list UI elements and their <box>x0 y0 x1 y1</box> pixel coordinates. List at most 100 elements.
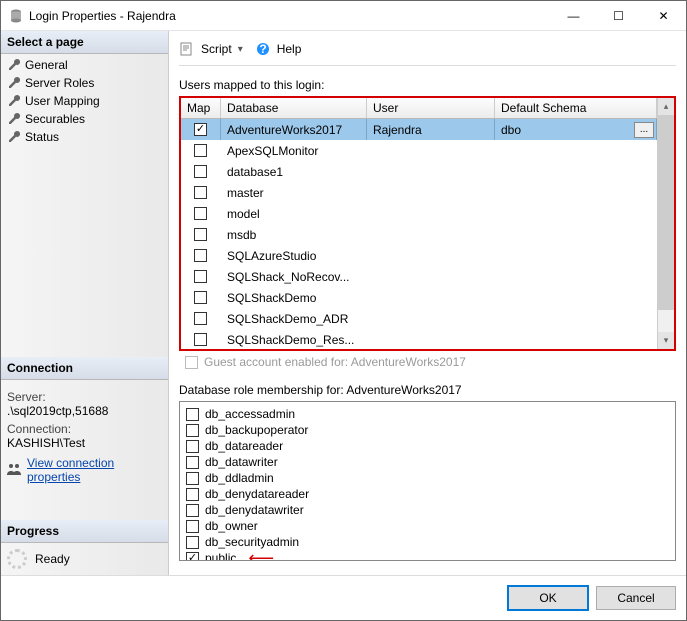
table-row[interactable]: SQLShackDemo_ADR <box>181 308 657 329</box>
map-checkbox[interactable] <box>194 165 207 178</box>
schema-browse-button[interactable]: ... <box>634 122 654 138</box>
table-row[interactable]: model <box>181 203 657 224</box>
page-item-server-roles[interactable]: Server Roles <box>1 74 168 92</box>
window-buttons: — ☐ ✕ <box>551 1 686 30</box>
role-item[interactable]: db_denydatareader <box>186 486 669 502</box>
page-list: General Server RolesUser MappingSecurable… <box>1 54 168 148</box>
role-checkbox[interactable] <box>186 424 199 437</box>
map-checkbox[interactable] <box>194 291 207 304</box>
guest-account-row: Guest account enabled for: AdventureWork… <box>185 355 676 369</box>
col-database[interactable]: Database <box>221 98 367 118</box>
role-checkbox[interactable] <box>186 504 199 517</box>
left-panel: Select a page General Server RolesUser Ma… <box>1 31 169 575</box>
role-name: db_denydatawriter <box>205 503 304 517</box>
role-name: db_denydatareader <box>205 487 309 501</box>
map-checkbox[interactable] <box>194 333 207 346</box>
wrench-icon <box>7 113 20 126</box>
help-icon: ? <box>255 41 271 57</box>
view-connection-properties-link[interactable]: View connection properties <box>27 456 162 484</box>
select-page-header: Select a page <box>1 31 168 54</box>
scroll-down-button[interactable]: ▾ <box>658 332 674 349</box>
role-checkbox[interactable] <box>186 552 199 562</box>
role-checkbox[interactable] <box>186 408 199 421</box>
user-cell <box>367 182 495 203</box>
progress-text: Ready <box>35 552 70 566</box>
wrench-icon <box>7 77 20 90</box>
map-checkbox[interactable] <box>194 123 207 136</box>
table-row[interactable]: database1 <box>181 161 657 182</box>
table-row[interactable]: SQLAzureStudio <box>181 245 657 266</box>
map-checkbox[interactable] <box>194 207 207 220</box>
cancel-button[interactable]: Cancel <box>596 586 676 610</box>
schema-cell <box>495 266 657 287</box>
role-checkbox[interactable] <box>186 488 199 501</box>
grid-scrollbar[interactable]: ▴ ▾ <box>657 98 674 349</box>
schema-cell <box>495 245 657 266</box>
map-checkbox[interactable] <box>194 312 207 325</box>
script-dropdown[interactable]: ▾ <box>238 44 243 55</box>
minimize-button[interactable]: — <box>551 1 596 30</box>
scroll-thumb[interactable] <box>658 115 674 310</box>
map-checkbox[interactable] <box>194 270 207 283</box>
roles-listbox: db_accessadmindb_backupoperatordb_datare… <box>179 401 676 561</box>
page-item-label: General <box>25 58 68 72</box>
schema-cell <box>495 287 657 308</box>
schema-cell <box>495 224 657 245</box>
db-cell: SQLAzureStudio <box>221 245 367 266</box>
table-row[interactable]: SQLShackDemo_Res... <box>181 329 657 349</box>
page-item-user-mapping[interactable]: User Mapping <box>1 92 168 110</box>
user-cell <box>367 161 495 182</box>
role-name: db_securityadmin <box>205 535 299 549</box>
user-cell <box>367 203 495 224</box>
table-row[interactable]: SQLShackDemo <box>181 287 657 308</box>
table-row[interactable]: AdventureWorks2017Rajendradbo... <box>181 119 657 140</box>
role-item[interactable]: db_denydatawriter <box>186 502 669 518</box>
col-map[interactable]: Map <box>181 98 221 118</box>
schema-cell <box>495 308 657 329</box>
role-checkbox[interactable] <box>186 520 199 533</box>
role-checkbox[interactable] <box>186 536 199 549</box>
role-item[interactable]: db_ddladmin <box>186 470 669 486</box>
schema-cell <box>495 140 657 161</box>
table-row[interactable]: master <box>181 182 657 203</box>
role-name: db_datawriter <box>205 455 278 469</box>
role-item[interactable]: public⟵ <box>186 550 669 561</box>
user-cell <box>367 308 495 329</box>
wrench-icon <box>7 95 20 108</box>
scroll-up-button[interactable]: ▴ <box>658 98 674 115</box>
role-item[interactable]: db_accessadmin <box>186 406 669 422</box>
col-user[interactable]: User <box>367 98 495 118</box>
page-item-status[interactable]: Status <box>1 128 168 146</box>
map-checkbox[interactable] <box>194 186 207 199</box>
users-mapped-grid: Map Database User Default Schema Adventu… <box>179 96 676 351</box>
role-checkbox[interactable] <box>186 440 199 453</box>
table-row[interactable]: msdb <box>181 224 657 245</box>
annotation-arrow-icon: ⟵ <box>248 552 274 561</box>
ok-button[interactable]: OK <box>508 586 588 610</box>
connection-value: KASHISH\Test <box>7 436 162 450</box>
role-item[interactable]: db_backupoperator <box>186 422 669 438</box>
map-checkbox[interactable] <box>194 249 207 262</box>
connection-label: Connection: <box>7 422 162 436</box>
table-row[interactable]: SQLShack_NoRecov... <box>181 266 657 287</box>
toolbar: Script ▾ ? Help <box>179 39 676 66</box>
role-checkbox[interactable] <box>186 472 199 485</box>
db-cell: msdb <box>221 224 367 245</box>
table-row[interactable]: ApexSQLMonitor <box>181 140 657 161</box>
map-checkbox[interactable] <box>194 228 207 241</box>
close-button[interactable]: ✕ <box>641 1 686 30</box>
schema-cell: dbo... <box>495 119 657 140</box>
role-item[interactable]: db_datareader <box>186 438 669 454</box>
role-checkbox[interactable] <box>186 456 199 469</box>
maximize-button[interactable]: ☐ <box>596 1 641 30</box>
user-cell: Rajendra <box>367 119 495 140</box>
help-button[interactable]: Help <box>277 42 302 56</box>
db-cell: SQLShackDemo_Res... <box>221 329 367 349</box>
page-item-securables[interactable]: Securables <box>1 110 168 128</box>
role-item[interactable]: db_datawriter <box>186 454 669 470</box>
page-item-general[interactable]: General <box>1 56 168 74</box>
col-default-schema[interactable]: Default Schema <box>495 98 657 118</box>
role-item[interactable]: db_owner <box>186 518 669 534</box>
script-button[interactable]: Script <box>201 42 232 56</box>
map-checkbox[interactable] <box>194 144 207 157</box>
